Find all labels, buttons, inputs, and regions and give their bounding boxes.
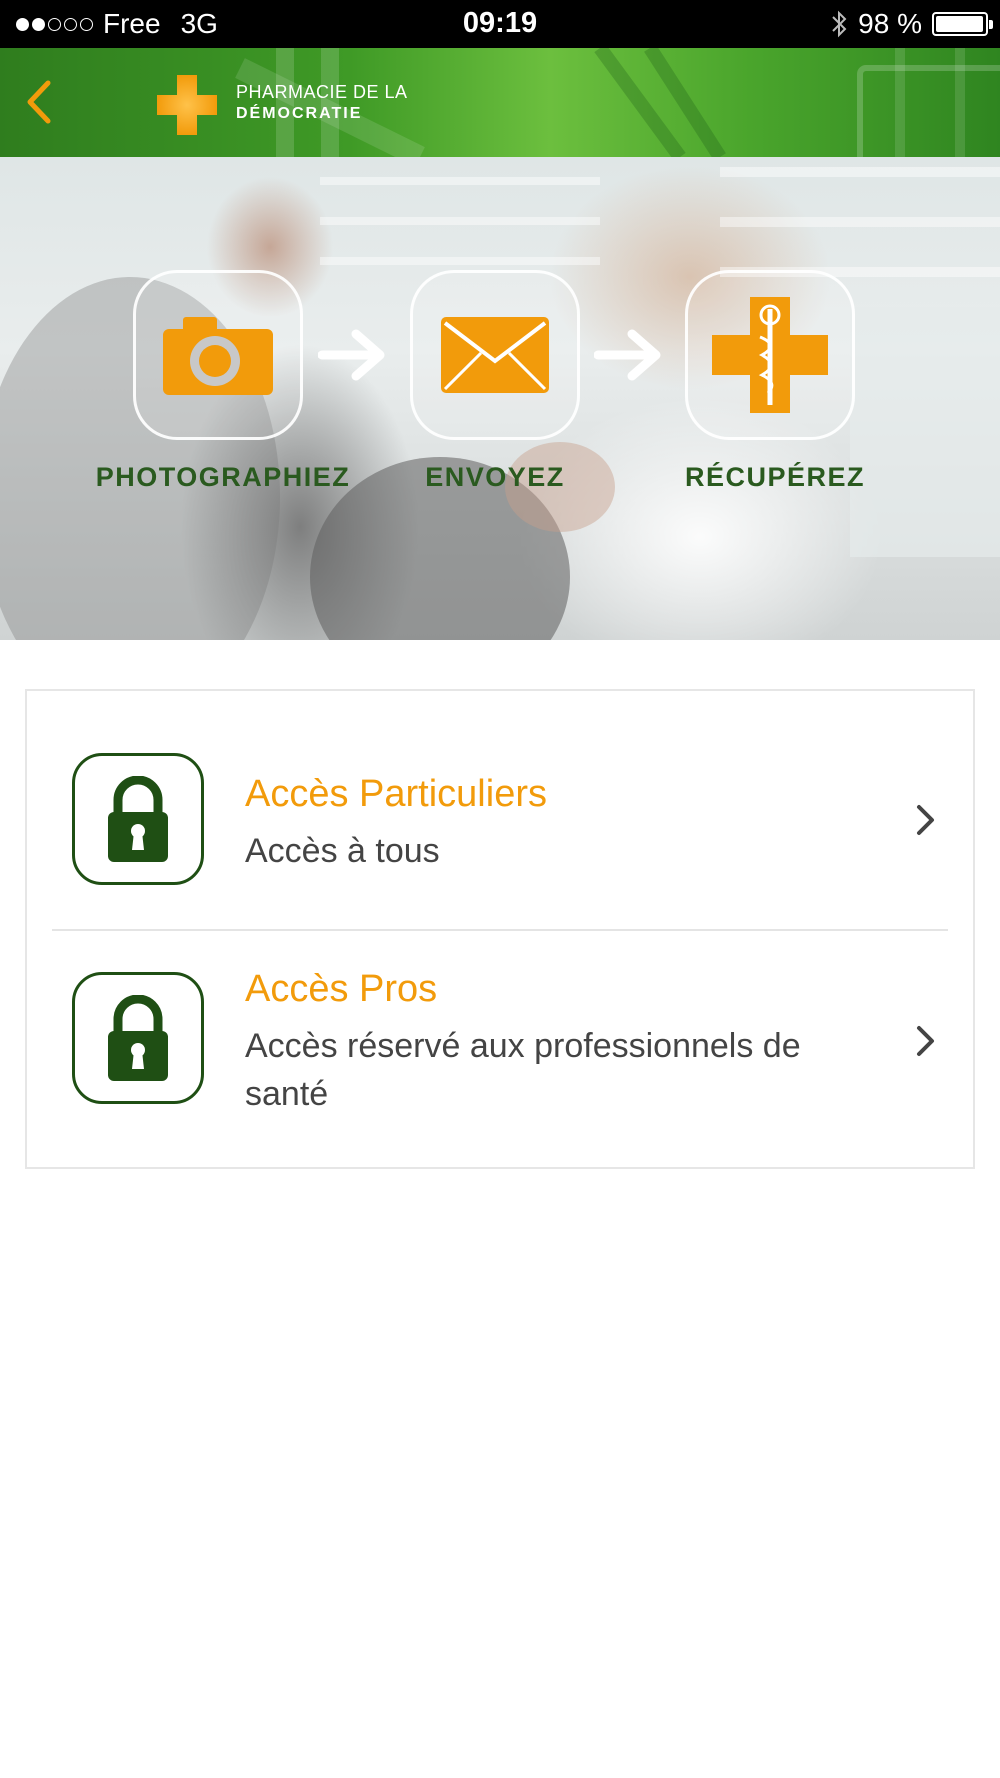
chevron-left-icon <box>27 80 51 124</box>
access-pros-subtitle: Accès réservé aux professionnels de sant… <box>245 1027 801 1113</box>
status-bar: Free 3G 09:19 98 % <box>0 0 1000 48</box>
arrow-right-icon-2 <box>594 329 661 381</box>
battery-icon <box>932 12 993 36</box>
step-label-recuperez: RÉCUPÉREZ <box>684 462 866 492</box>
step-label-envoyez: ENVOYEZ <box>425 462 565 492</box>
app-header: PHARMACIE DE LA DÉMOCRATIE <box>0 48 1000 157</box>
chevron-right-icon <box>917 805 934 835</box>
chevron-right-icon <box>917 1026 934 1056</box>
pharmacy-logo-text: PHARMACIE DE LA DÉMOCRATIE <box>236 82 408 124</box>
access-particuliers-title: Accès Particuliers <box>245 773 547 815</box>
logo-line-1: PHARMACIE DE LA <box>236 82 408 102</box>
envelope-icon <box>441 317 549 393</box>
lock-icon <box>108 776 168 862</box>
step-label-photographiez: PHOTOGRAPHIEZ <box>95 462 351 492</box>
camera-icon <box>163 317 273 395</box>
access-card: Accès Particuliers Accès à tous Accès Pr… <box>25 689 975 1169</box>
pharmacy-cross-icon <box>712 297 828 413</box>
lock-icon-container <box>72 972 204 1104</box>
arrow-right-icon <box>318 329 385 381</box>
back-button[interactable] <box>14 72 64 132</box>
pharmacy-logo-icon <box>157 75 217 135</box>
bluetooth-icon <box>832 10 847 38</box>
battery-level <box>936 16 984 32</box>
logo-line-2: DÉMOCRATIE <box>236 105 363 122</box>
lock-icon <box>108 995 168 1081</box>
lock-icon-container <box>72 753 204 885</box>
status-right: 98 % <box>830 8 993 40</box>
hero-banner: PHOTOGRAPHIEZ ENVOYEZ RÉCUPÉREZ <box>0 157 1000 640</box>
step-envoyez <box>410 270 580 440</box>
access-particuliers-subtitle: Accès à tous <box>245 832 440 870</box>
battery-percent: 98 % <box>858 8 922 39</box>
access-particuliers-row[interactable]: Accès Particuliers Accès à tous <box>27 691 973 930</box>
access-pros-title: Accès Pros <box>245 968 438 1010</box>
header-decoration <box>235 48 1000 157</box>
step-recuperez <box>685 270 855 440</box>
step-photographiez <box>133 270 303 440</box>
access-pros-row[interactable]: Accès Pros Accès réservé aux professionn… <box>27 930 973 1167</box>
